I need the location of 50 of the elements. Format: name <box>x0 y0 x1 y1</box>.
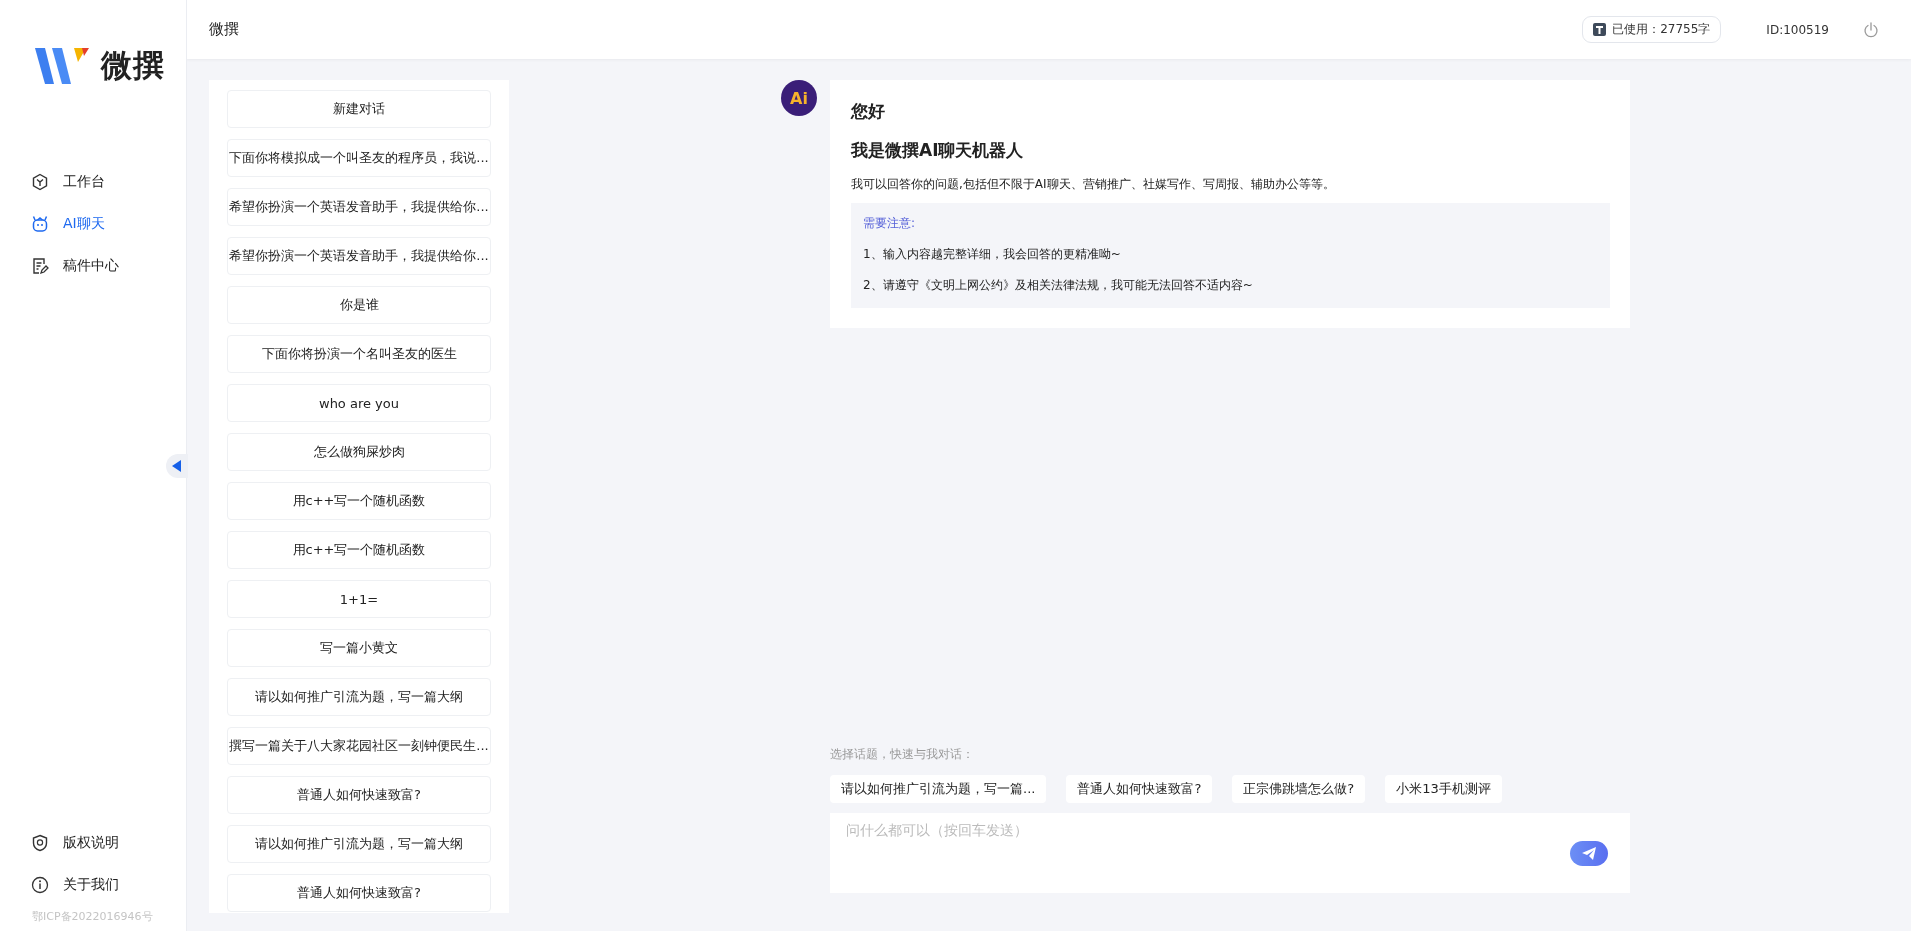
nav-item[interactable]: 版权说明 <box>0 825 186 861</box>
bot-avatar: Ai <box>781 80 817 116</box>
nav-item[interactable]: AI聊天 <box>0 206 186 242</box>
paper-plane-icon <box>1582 847 1596 860</box>
conversation-item[interactable]: 新建对话 <box>227 90 491 128</box>
power-icon[interactable] <box>1863 21 1879 38</box>
intro-text: 我可以回答你的问题,包括但不限于AI聊天、营销推广、社媒写作、写周报、辅助办公等等。 <box>851 176 1336 193</box>
conversation-item[interactable]: 下面你将模拟成一个叫圣友的程序员，我说... <box>227 139 491 177</box>
logo-text: 微撰 <box>101 45 165 85</box>
conversation-item[interactable]: 希望你扮演一个英语发音助手，我提供给你... <box>227 188 491 226</box>
conversation-item[interactable]: who are you <box>227 384 491 422</box>
triangle-icon <box>172 460 182 472</box>
conversation-item[interactable]: 请以如何推广引流为题，写一篇大纲 <box>227 678 491 716</box>
notice-item: 2、请遵守《文明上网公约》及相关法律法规，我可能无法回答不适内容~ <box>863 277 1254 294</box>
document-edit-icon <box>31 257 49 275</box>
robot-icon <box>31 215 49 233</box>
conversation-item[interactable]: 撰写一篇关于八大家花园社区一刻钟便民生... <box>227 727 491 765</box>
collapse-toggle[interactable] <box>166 454 188 478</box>
info-icon <box>31 876 49 894</box>
conversation-item[interactable]: 下面你将扮演一个名叫圣友的医生 <box>227 335 491 373</box>
text-icon <box>1593 23 1607 36</box>
notice-item: 1、输入内容越完整详细，我会回答的更精准呦~ <box>863 246 1122 263</box>
conversation-item[interactable]: 你是谁 <box>227 286 491 324</box>
conversation-item[interactable]: 普通人如何快速致富? <box>227 874 491 912</box>
cube-icon <box>31 173 49 191</box>
topic-chip[interactable]: 小米13手机测评 <box>1385 775 1502 803</box>
conversation-item[interactable]: 怎么做狗屎炒肉 <box>227 433 491 471</box>
topic-chip[interactable]: 普通人如何快速致富? <box>1066 775 1213 803</box>
page-title: 微撰 <box>209 20 239 39</box>
message-input[interactable]: 问什么都可以（按回车发送） <box>830 813 1630 893</box>
conversation-item[interactable]: 用c++写一个随机函数 <box>227 531 491 569</box>
conversation-item[interactable]: 请以如何推广引流为题，写一篇大纲 <box>227 825 491 863</box>
topic-chip[interactable]: 请以如何推广引流为题，写一篇... <box>830 775 1047 803</box>
bot-heading: 我是微撰AI聊天机器人 <box>851 139 1025 162</box>
conversation-item[interactable]: 普通人如何快速致富? <box>227 776 491 814</box>
nav-item[interactable]: 关于我们 <box>0 867 186 903</box>
conversation-item[interactable]: 希望你扮演一个英语发音助手，我提供给你... <box>227 237 491 275</box>
user-id: ID:100519 <box>1766 22 1829 37</box>
conversation-item[interactable]: 用c++写一个随机函数 <box>227 482 491 520</box>
logo-icon <box>35 47 89 84</box>
usage-text: 已使用：27755字 <box>1612 21 1711 38</box>
greeting-text: 您好 <box>851 100 886 123</box>
nav-item[interactable]: 工作台 <box>0 164 186 200</box>
nav-item[interactable]: 稿件中心 <box>0 248 186 284</box>
conversation-item[interactable]: 写一篇小黄文 <box>227 629 491 667</box>
topics-label: 选择话题，快速与我对话： <box>830 746 975 763</box>
conversation-item[interactable]: 1+1= <box>227 580 491 618</box>
shield-icon <box>31 834 49 852</box>
topic-chip[interactable]: 正宗佛跳墙怎么做? <box>1232 775 1366 803</box>
notice-title: 需要注意: <box>863 215 917 232</box>
